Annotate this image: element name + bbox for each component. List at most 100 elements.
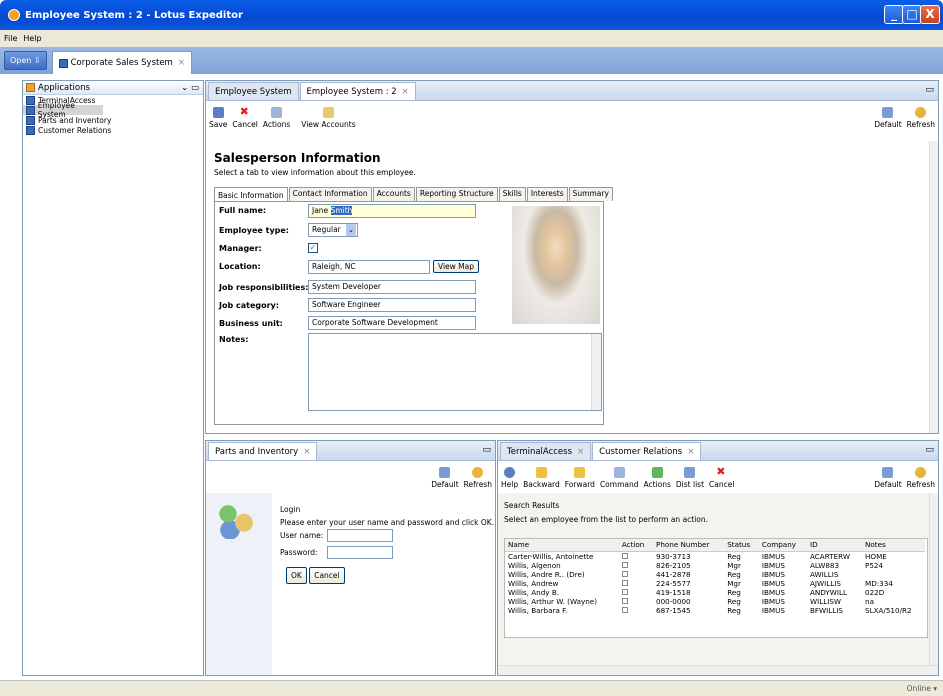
backward-label: Backward	[523, 480, 560, 489]
command-button[interactable]: Command	[600, 467, 639, 489]
help-button[interactable]: Help	[501, 467, 518, 489]
tab-reporting-structure[interactable]: Reporting Structure	[415, 187, 498, 201]
default-button[interactable]: Default	[431, 467, 459, 489]
cancel-button[interactable]: ✖ Cancel	[709, 466, 734, 489]
close-icon[interactable]: ×	[577, 447, 584, 457]
tab-employee-system-2[interactable]: Employee System : 2 ×	[299, 82, 416, 100]
action-checkbox[interactable]	[619, 570, 653, 579]
tab-customer-relations[interactable]: Customer Relations ×	[592, 442, 702, 460]
action-checkbox[interactable]	[619, 551, 653, 561]
close-icon[interactable]: ×	[402, 87, 409, 97]
table-row[interactable]: Willis, Andy B. 419-1518 Reg IBMUS ANDYWILL 0…	[505, 588, 925, 597]
crm-scrollbar[interactable]	[929, 493, 938, 665]
tab-summary[interactable]: Summary	[568, 187, 613, 201]
cancel-button[interactable]: Cancel	[309, 567, 345, 584]
column-action[interactable]: Action	[618, 539, 653, 552]
app-tab-corporate-sales[interactable]: Corporate Sales System ×	[51, 51, 192, 74]
default-button[interactable]: Default	[874, 107, 902, 129]
close-window-button[interactable]: X	[920, 5, 940, 24]
column-status[interactable]: Status	[724, 539, 759, 552]
employee-type-select[interactable]: Regular ⌄	[308, 223, 358, 237]
employee-scrollbar[interactable]	[929, 141, 938, 433]
notes-textarea[interactable]	[308, 333, 602, 411]
refresh-button[interactable]: Refresh	[907, 107, 935, 129]
menu-help[interactable]: Help	[23, 34, 41, 43]
business-unit-field[interactable]: Corporate Software Development	[308, 316, 476, 330]
minimize-icon[interactable]: ▭	[925, 85, 934, 95]
refresh-button[interactable]: Refresh	[464, 467, 492, 489]
job-responsibilities-field[interactable]: System Developer	[308, 280, 476, 294]
horizontal-scrollbar[interactable]	[498, 665, 938, 675]
tab-contact-information[interactable]: Contact Information	[288, 187, 372, 201]
close-icon[interactable]: ×	[303, 447, 310, 457]
tab-interests[interactable]: Interests	[526, 187, 568, 201]
column-phone[interactable]: Phone Number	[653, 539, 725, 552]
column-company[interactable]: Company	[758, 539, 807, 552]
actions-button[interactable]: Actions	[644, 467, 671, 489]
full-name-field[interactable]: Jane Smith	[308, 204, 476, 218]
column-id[interactable]: ID	[806, 539, 863, 552]
action-checkbox[interactable]	[619, 597, 653, 606]
maximize-button[interactable]: □	[902, 5, 922, 24]
dist-list-button[interactable]: Dist list	[676, 467, 704, 489]
sidebar-item-parts-inventory[interactable]: Parts and Inventory	[23, 115, 203, 125]
table-row[interactable]: Willis, Barbara F. 687-1545 Reg IBMUS BFWILL…	[505, 606, 925, 615]
view-accounts-button[interactable]: View Accounts	[301, 107, 356, 129]
menu-file[interactable]: File	[4, 34, 17, 43]
location-field[interactable]: Raleigh, NC	[308, 260, 430, 274]
refresh-button[interactable]: Refresh	[907, 467, 935, 489]
detail-tabs: Basic Information Contact Information Ac…	[214, 187, 924, 201]
table-row[interactable]: Willis, Algenon 826-2105 Mgr IBMUS ALW883 P52…	[505, 561, 925, 570]
default-button[interactable]: Default	[874, 467, 902, 489]
action-checkbox[interactable]	[619, 579, 653, 588]
tab-parts-inventory[interactable]: Parts and Inventory ×	[208, 442, 318, 460]
app-icon	[26, 95, 35, 105]
ok-button[interactable]: OK	[286, 567, 307, 584]
username-input[interactable]	[327, 529, 393, 542]
password-input[interactable]	[327, 546, 393, 559]
close-icon[interactable]: ×	[687, 447, 694, 457]
view-map-button[interactable]: View Map	[433, 260, 480, 273]
sidebar-item-customer-relations[interactable]: Customer Relations	[23, 125, 203, 135]
action-checkbox[interactable]	[619, 561, 653, 570]
job-category-field[interactable]: Software Engineer	[308, 298, 476, 312]
tab-basic-information[interactable]: Basic Information	[214, 187, 288, 201]
close-icon[interactable]: ×	[178, 58, 185, 68]
open-button[interactable]: Open ⇩	[4, 51, 47, 70]
checkbox-icon	[621, 552, 628, 559]
action-checkbox[interactable]	[619, 606, 653, 615]
action-checkbox[interactable]	[619, 588, 653, 597]
business-unit-label: Business unit:	[219, 319, 283, 328]
tab-terminalaccess[interactable]: TerminalAccess ×	[500, 442, 592, 460]
minimize-icon[interactable]: ▭	[482, 445, 491, 455]
actions-label: Actions	[262, 120, 291, 129]
backward-button[interactable]: Backward	[523, 467, 560, 489]
cell-status: Reg	[727, 596, 741, 606]
cell-status: Reg	[727, 587, 741, 597]
login-title: Login	[280, 505, 301, 514]
manager-checkbox[interactable]: ✓	[308, 243, 318, 253]
forward-button[interactable]: Forward	[565, 467, 595, 489]
cell-name: Willis, Andrew	[508, 578, 559, 588]
minimize-icon[interactable]: ▭	[925, 445, 934, 455]
chevron-down-icon[interactable]: ⌄ ▭	[181, 83, 199, 93]
cancel-button[interactable]: ✖ Cancel	[232, 106, 257, 129]
actions-button[interactable]: Actions	[263, 107, 290, 129]
table-row[interactable]: Carter-Willis, Antoinette 930-3713 Reg IBMU…	[505, 551, 925, 561]
cell-phone: 224-5577	[656, 578, 691, 588]
minimize-button[interactable]: _	[884, 5, 904, 24]
column-notes[interactable]: Notes	[862, 539, 925, 552]
tab-skills[interactable]: Skills	[498, 187, 526, 201]
tab-employee-system[interactable]: Employee System	[208, 82, 299, 100]
save-button[interactable]: Save	[209, 107, 227, 129]
column-name[interactable]: Name	[505, 539, 619, 552]
cell-id: BFWILLIS	[809, 605, 843, 615]
tab-label: TerminalAccess	[507, 446, 573, 457]
online-status[interactable]: Online ▾	[907, 684, 937, 693]
table-row[interactable]: Willis, Andrew 224-5577 Mgr IBMUS AJWILLIS MD…	[505, 579, 925, 588]
notes-scrollbar[interactable]	[591, 334, 601, 410]
table-row[interactable]: Willis, Andre R.. (Dre) 441-2878 Reg IBMUS A…	[505, 570, 925, 579]
tab-accounts[interactable]: Accounts	[372, 187, 415, 201]
table-row[interactable]: Willis, Arthur W. (Wayne) 000-0000 Reg IBMU…	[505, 597, 925, 606]
sidebar-item-employee-system[interactable]: Employee System	[23, 101, 103, 119]
